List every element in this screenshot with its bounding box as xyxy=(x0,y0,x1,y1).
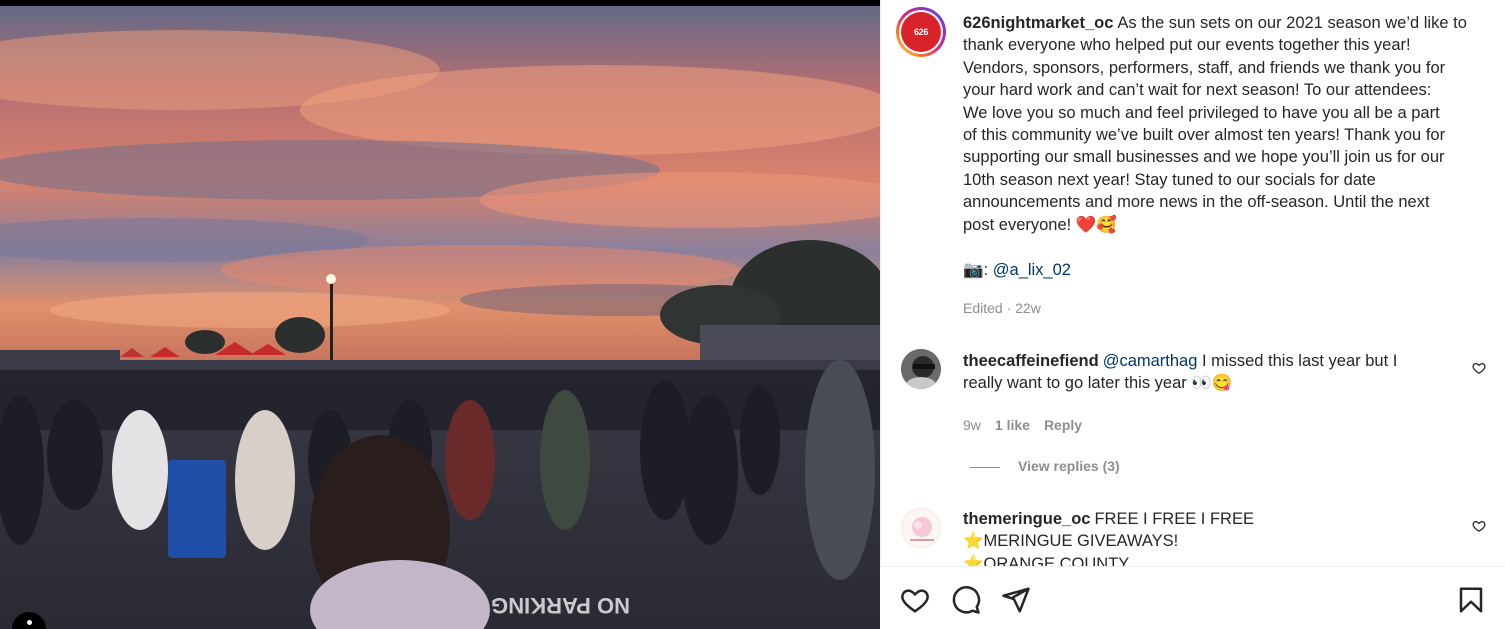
caption-line: post everyone! ❤️🥰 xyxy=(963,215,1117,234)
post-action-bar xyxy=(880,566,1505,629)
meringue-logo-icon xyxy=(910,517,934,541)
caption-line: 10th season next year! Stay tuned to our… xyxy=(963,170,1376,189)
photo-credit-mention[interactable]: @a_lix_02 xyxy=(993,261,1071,279)
camera-icon: 📷 xyxy=(963,261,984,279)
caption-line: your hard work and can’t wait for next s… xyxy=(963,81,1432,100)
comment-like-heart-icon[interactable] xyxy=(1472,361,1486,375)
author-avatar[interactable]: 626 xyxy=(896,7,946,57)
author-avatar-logo: 626 xyxy=(901,12,941,52)
replies-divider xyxy=(970,466,1000,468)
comment-username[interactable]: theecaffeinefiend xyxy=(963,352,1099,370)
caption-line: We love you so much and feel privileged … xyxy=(963,103,1440,122)
view-replies-label: View replies (3) xyxy=(1018,458,1120,474)
comment-like-heart-icon[interactable] xyxy=(1472,519,1486,533)
comment-body: theecaffeinefiend @camarthag I missed thi… xyxy=(963,350,1433,395)
instagram-post-view: NO PARKING 626 626nightmarket_oc As the s… xyxy=(0,0,1505,629)
comment-mention[interactable]: @camarthag xyxy=(1103,352,1198,370)
ground-paint-text: NO PARKING xyxy=(491,593,630,618)
commenter-avatar[interactable] xyxy=(901,349,941,389)
view-replies-button[interactable]: View replies (3) xyxy=(970,458,1120,474)
caption-line: thank everyone who helped put our events… xyxy=(963,36,1411,55)
comment-text: really want to go later this year 👀😋 xyxy=(963,374,1233,393)
reply-button[interactable]: Reply xyxy=(1044,417,1082,433)
comment-username[interactable]: themeringue_oc xyxy=(963,510,1090,528)
comment-item: themeringue_oc FREE I FREE I FREE ⭐MERING… xyxy=(880,500,1505,566)
comment-text: ⭐MERINGUE GIVEAWAYS! xyxy=(963,532,1179,551)
comment-text: I missed this last year but I xyxy=(1202,352,1398,370)
caption-line: of this community we’ve built over almos… xyxy=(963,126,1446,145)
caption-line: announcements and more news in the off-s… xyxy=(963,193,1430,212)
commenter-avatar[interactable] xyxy=(901,508,941,548)
comment-time[interactable]: 9w xyxy=(963,417,981,433)
caption-line: As the sun sets on our 2021 season we’d … xyxy=(1117,14,1467,32)
photo-top-edge xyxy=(0,0,880,6)
comment-text: FREE I FREE I FREE xyxy=(1094,510,1254,528)
comment-body: themeringue_oc FREE I FREE I FREE ⭐MERING… xyxy=(963,508,1433,566)
heart-icon[interactable] xyxy=(900,585,930,615)
credit-separator: : xyxy=(983,261,989,279)
comment-text: ⭐ORANGE COUNTY xyxy=(963,554,1130,566)
author-username[interactable]: 626nightmarket_oc xyxy=(963,14,1113,32)
sunset-crowd-photo: NO PARKING xyxy=(0,0,880,629)
bookmark-icon[interactable] xyxy=(1456,585,1486,615)
edited-timestamp[interactable]: Edited · 22w xyxy=(963,300,1041,316)
comment-likes[interactable]: 1 like xyxy=(995,417,1030,433)
commenter-avatar-image xyxy=(901,349,941,389)
comment-meta: 9w 1 like Reply xyxy=(963,417,1096,433)
caption-line: Vendors, sponsors, performers, staff, an… xyxy=(963,58,1446,77)
caption-line: supporting our small businesses and we h… xyxy=(963,148,1445,167)
post-photo[interactable]: NO PARKING xyxy=(0,0,880,629)
post-caption: 626nightmarket_oc As the sun sets on our … xyxy=(963,12,1493,236)
share-icon[interactable] xyxy=(1001,585,1031,615)
photo-credit-line: 📷: @a_lix_02 xyxy=(963,259,1071,281)
comment-icon[interactable] xyxy=(951,585,981,615)
